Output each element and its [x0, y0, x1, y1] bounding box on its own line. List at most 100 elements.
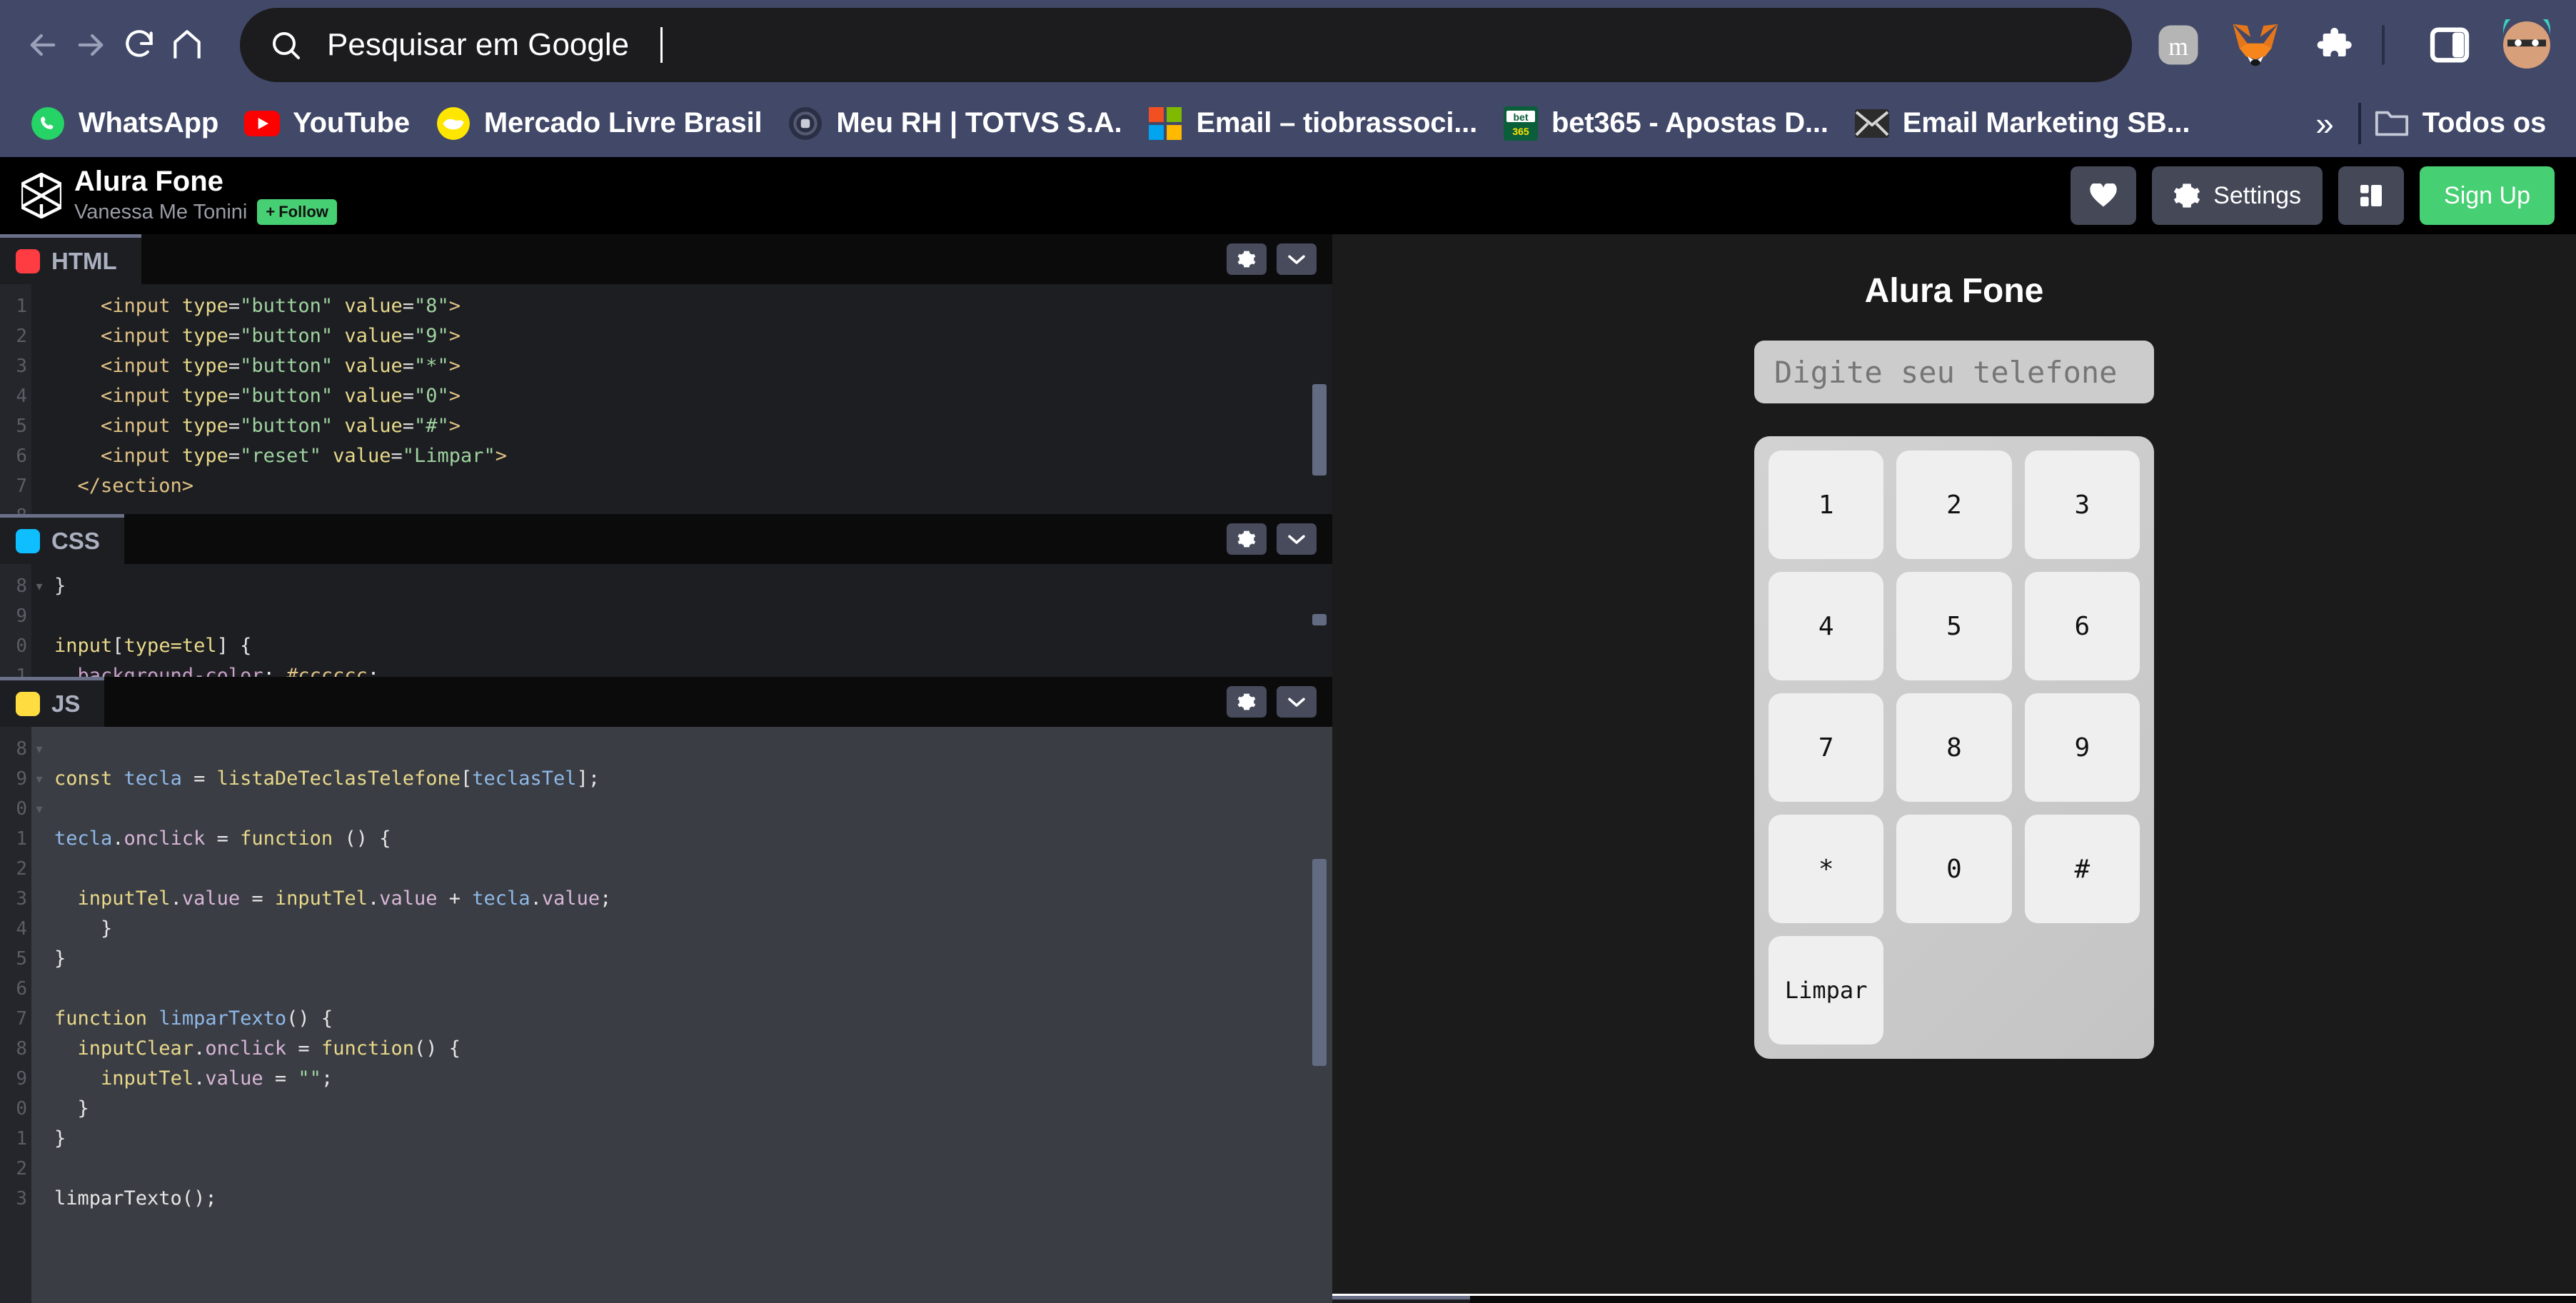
extensions-button[interactable]	[2302, 14, 2363, 76]
key-7[interactable]: 7	[1769, 693, 1884, 802]
line-number: 3	[16, 1188, 27, 1209]
js-collapse-button[interactable]	[1277, 686, 1317, 718]
key-0[interactable]: 0	[1896, 815, 2012, 923]
codepen-logo-icon[interactable]	[19, 172, 64, 219]
account-avatar-button[interactable]	[2496, 14, 2557, 76]
chevron-down-icon	[1288, 535, 1305, 544]
fold-marker[interactable]: ▾	[31, 734, 47, 764]
url-search-bar[interactable]: Pesquisar em Google	[240, 7, 2132, 82]
line-number: 1	[16, 296, 27, 317]
css-vertical-scrollbar[interactable]	[1312, 614, 1327, 625]
fold-marker[interactable]: ▾	[31, 764, 47, 794]
css-code-area[interactable]: 8 9 0 1 ▾ } input[type=tel] { background…	[0, 564, 1332, 677]
tab-css[interactable]: CSS	[0, 514, 124, 564]
clear-button[interactable]: Limpar	[1769, 936, 1884, 1045]
key-8[interactable]: 8	[1896, 693, 2012, 802]
pen-title-block: Alura Fone Vanessa Me Tonini + Follow	[74, 166, 337, 225]
heart-icon	[2090, 183, 2117, 207]
bookmark-youtube[interactable]: YouTube	[231, 99, 423, 149]
key-4[interactable]: 4	[1769, 572, 1884, 680]
js-fold-column[interactable]: ▾ ▾ ▾	[31, 727, 47, 1303]
js-source-code[interactable]: const tecla = listaDeTeclasTelefone[tecl…	[47, 727, 1332, 1303]
url-input-text[interactable]: Pesquisar em Google	[327, 27, 629, 63]
pen-author-name[interactable]: Vanessa Me Tonini	[74, 201, 247, 224]
js-logo-icon	[16, 691, 40, 716]
phone-input-field[interactable]: Digite seu telefone	[1754, 341, 2154, 403]
bookmark-label: Email – tiobrassoci...	[1196, 107, 1477, 139]
reload-button[interactable]	[115, 12, 163, 78]
line-number: 1	[16, 828, 27, 850]
bookmark-mercadolivre[interactable]: Mercado Livre Brasil	[423, 99, 775, 149]
css-fold-column[interactable]: ▾	[31, 564, 47, 677]
bookmarks-bar: WhatsApp YouTube Mercado Livre Brasil Me…	[0, 89, 2576, 157]
key-6[interactable]: 6	[2024, 572, 2140, 680]
svg-text:bet: bet	[1513, 111, 1528, 123]
fold-marker[interactable]: ▾	[31, 571, 47, 601]
home-button[interactable]	[163, 12, 212, 78]
js-settings-button[interactable]	[1227, 686, 1267, 718]
bookmark-email-marketing[interactable]: Email Marketing SB...	[1841, 99, 2203, 149]
key-hash[interactable]: #	[2024, 815, 2140, 923]
css-gutter: 8 9 0 1	[0, 564, 31, 677]
mercadolivre-icon	[436, 106, 471, 141]
html-vertical-scrollbar[interactable]	[1312, 384, 1327, 476]
html-fold-column[interactable]	[31, 284, 47, 514]
bookmark-label: Email Marketing SB...	[1902, 107, 2190, 139]
tab-html[interactable]: HTML	[0, 234, 141, 284]
outlook-icon	[1147, 106, 1183, 141]
follow-button[interactable]: + Follow	[257, 199, 337, 225]
back-button[interactable]	[19, 12, 67, 78]
css-collapse-button[interactable]	[1277, 523, 1317, 555]
youtube-icon	[244, 106, 281, 141]
key-star[interactable]: *	[1769, 815, 1884, 923]
search-icon	[273, 31, 300, 59]
js-code-area[interactable]: 8 9 0 1 2 3 4 5 6 7 8 9 0 1 2 3 ▾ ▾ ▾ co…	[0, 727, 1332, 1303]
key-9[interactable]: 9	[2024, 693, 2140, 802]
bookmark-label: Meu RH | TOTVS S.A.	[836, 107, 1122, 139]
extension-metamask-button[interactable]	[2225, 14, 2286, 76]
line-number: 2	[16, 326, 27, 347]
settings-button[interactable]: Settings	[2152, 166, 2323, 225]
sign-up-button[interactable]: Sign Up	[2420, 166, 2555, 225]
css-source-code[interactable]: } input[type=tel] { background-color: #c…	[47, 564, 1332, 677]
bookmark-whatsapp[interactable]: WhatsApp	[17, 99, 231, 149]
whatsapp-icon	[30, 106, 66, 141]
all-bookmarks-button[interactable]: Todos os	[2361, 99, 2559, 149]
extensions-puzzle-icon	[2317, 27, 2352, 56]
fold-marker[interactable]: ▾	[31, 794, 47, 824]
html-editor-pane: HTML 1 2 3 4 5 6 7 <input type="button" …	[0, 234, 1332, 514]
key-5[interactable]: 5	[1896, 572, 2012, 680]
bookmark-outlook-email[interactable]: Email – tiobrassoci...	[1134, 99, 1490, 149]
bookmarks-overflow-button[interactable]: »	[2291, 107, 2358, 140]
key-1[interactable]: 1	[1769, 451, 1884, 559]
js-gutter: 8 9 0 1 2 3 4 5 6 7 8 9 0 1 2 3	[0, 727, 31, 1303]
extension-metamask-mobile-button[interactable]: m	[2148, 14, 2209, 76]
line-number: 7	[16, 476, 27, 497]
sidebar-toggle-button[interactable]	[2419, 14, 2480, 76]
tab-console[interactable]: Console	[1332, 1296, 1471, 1303]
love-button[interactable]	[2071, 166, 2137, 225]
reload-icon	[126, 29, 153, 57]
plus-icon: +	[266, 203, 276, 221]
html-settings-button[interactable]	[1227, 243, 1267, 275]
tab-js[interactable]: JS	[0, 677, 105, 727]
keypad: 1 2 3 4 5 6 7 8 9 * 0 # Limpar	[1754, 436, 2154, 1059]
html-source-code[interactable]: <input type="button" value="8"> <input t…	[47, 284, 1332, 514]
bookmark-totvs[interactable]: Meu RH | TOTVS S.A.	[775, 99, 1134, 149]
forward-button[interactable]	[67, 12, 116, 78]
html-code-area[interactable]: 1 2 3 4 5 6 7 8 <input type="button" val…	[0, 284, 1332, 514]
js-vertical-scrollbar[interactable]	[1312, 859, 1327, 1066]
key-3[interactable]: 3	[2024, 451, 2140, 559]
preview-iframe[interactable]: Alura Fone Digite seu telefone 1 2 3 4 5…	[1332, 234, 2576, 1294]
html-collapse-button[interactable]	[1277, 243, 1317, 275]
svg-text:365: 365	[1512, 126, 1529, 137]
gear-icon	[2174, 183, 2200, 208]
key-2[interactable]: 2	[1896, 451, 2012, 559]
css-settings-button[interactable]	[1227, 523, 1267, 555]
layout-button[interactable]	[2338, 166, 2405, 225]
bookmark-bet365[interactable]: bet 365 bet365 - Apostas D...	[1490, 99, 1841, 149]
line-number: 4	[16, 386, 27, 407]
browser-chrome: Pesquisar em Google m WhatsApp YouTube M…	[0, 0, 2576, 157]
line-number: 7	[16, 1008, 27, 1030]
metamask-fox-icon	[2233, 24, 2278, 66]
